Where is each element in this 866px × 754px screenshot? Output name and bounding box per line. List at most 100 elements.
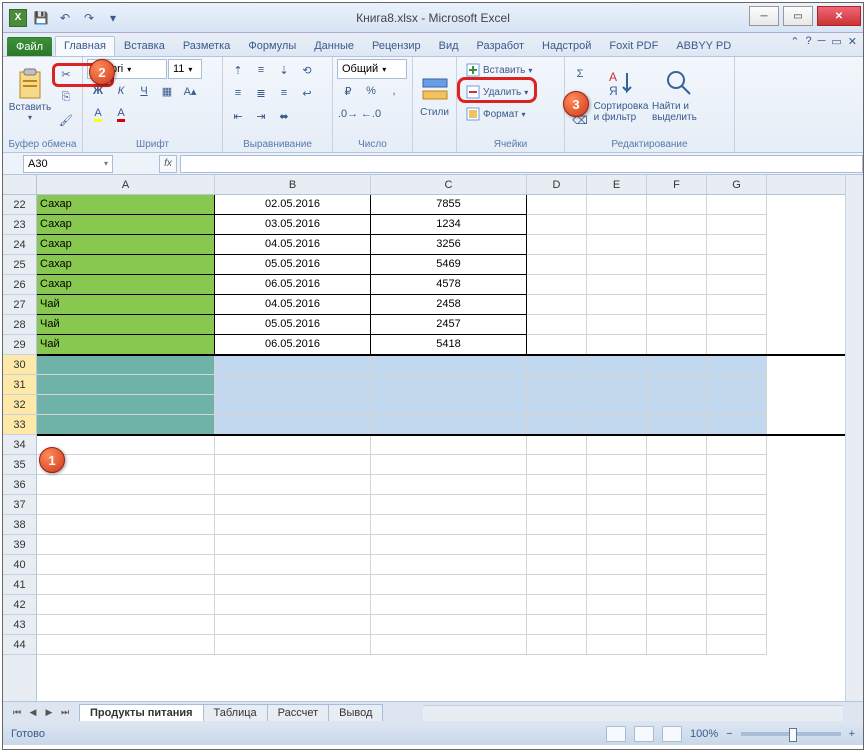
cell[interactable] (587, 475, 647, 495)
cell[interactable] (647, 275, 707, 295)
currency-button[interactable]: ₽ (337, 80, 359, 102)
cell[interactable]: Чай (37, 315, 215, 335)
cell[interactable]: 2458 (371, 295, 527, 315)
cell[interactable] (707, 455, 767, 475)
cell[interactable] (37, 595, 215, 615)
qat-more-button[interactable]: ▾ (103, 8, 123, 28)
view-break-button[interactable] (662, 726, 682, 742)
table-row[interactable] (37, 575, 863, 595)
cell[interactable]: 2457 (371, 315, 527, 335)
cell[interactable] (707, 635, 767, 655)
align-top-button[interactable]: ⇡ (227, 59, 249, 81)
tab-foxit pdf[interactable]: Foxit PDF (600, 36, 667, 56)
cell[interactable] (37, 635, 215, 655)
cell[interactable] (527, 395, 587, 415)
zoom-out-button[interactable]: − (726, 728, 732, 740)
cell[interactable] (647, 535, 707, 555)
cell[interactable] (215, 575, 371, 595)
cell[interactable]: 03.05.2016 (215, 215, 371, 235)
cell[interactable] (647, 475, 707, 495)
row-header[interactable]: 39 (3, 535, 36, 555)
find-select-button[interactable]: Найти и выделить (651, 59, 707, 131)
tab-рецензир[interactable]: Рецензир (363, 36, 430, 56)
cell[interactable]: 02.05.2016 (215, 195, 371, 215)
cell[interactable] (37, 435, 215, 455)
cell[interactable] (647, 455, 707, 475)
undo-button[interactable]: ↶ (55, 8, 75, 28)
row-header[interactable]: 36 (3, 475, 36, 495)
row-header[interactable]: 28 (3, 315, 36, 335)
cell[interactable] (707, 435, 767, 455)
cell[interactable] (215, 475, 371, 495)
table-row[interactable] (37, 435, 863, 455)
cell[interactable] (587, 615, 647, 635)
cell[interactable] (371, 395, 527, 415)
maximize-button[interactable]: ▭ (783, 6, 813, 26)
cell[interactable] (37, 555, 215, 575)
formula-input[interactable] (180, 155, 863, 173)
row-header[interactable]: 27 (3, 295, 36, 315)
cell[interactable] (647, 195, 707, 215)
cell[interactable]: Сахар (37, 195, 215, 215)
cell[interactable] (215, 535, 371, 555)
cell[interactable] (587, 435, 647, 455)
cell[interactable] (587, 335, 647, 355)
cell[interactable] (527, 515, 587, 535)
cell[interactable] (647, 595, 707, 615)
cell[interactable] (707, 375, 767, 395)
cell[interactable] (527, 495, 587, 515)
column-header-E[interactable]: E (587, 175, 647, 194)
cell[interactable] (647, 415, 707, 435)
close-button[interactable]: ✕ (817, 6, 861, 26)
cell[interactable] (587, 255, 647, 275)
cell[interactable] (587, 555, 647, 575)
cell[interactable]: 4578 (371, 275, 527, 295)
row-header[interactable]: 24 (3, 235, 36, 255)
tab-формулы[interactable]: Формулы (239, 36, 305, 56)
cell[interactable] (527, 295, 587, 315)
comma-button[interactable]: , (383, 80, 405, 102)
table-row[interactable]: Сахар05.05.20165469 (37, 255, 863, 275)
row-header[interactable]: 40 (3, 555, 36, 575)
cell[interactable] (707, 335, 767, 355)
row-header[interactable]: 25 (3, 255, 36, 275)
cell[interactable] (215, 355, 371, 375)
cell[interactable]: Сахар (37, 235, 215, 255)
cell[interactable] (707, 495, 767, 515)
cell[interactable] (707, 275, 767, 295)
cell[interactable] (527, 435, 587, 455)
cell[interactable] (707, 575, 767, 595)
cell[interactable] (587, 295, 647, 315)
cell[interactable]: 06.05.2016 (215, 275, 371, 295)
workbook-minimize-icon[interactable]: ─ (818, 35, 826, 48)
sheet-tab[interactable]: Вывод (328, 704, 383, 721)
cell[interactable] (587, 595, 647, 615)
cell[interactable] (587, 355, 647, 375)
cell[interactable] (707, 215, 767, 235)
sheet-nav-first[interactable]: ⏮ (9, 705, 25, 721)
table-row[interactable] (37, 415, 863, 435)
select-all-corner[interactable] (3, 175, 36, 195)
cut-button[interactable]: ✂ (55, 63, 77, 85)
cell[interactable]: 05.05.2016 (215, 315, 371, 335)
zoom-slider[interactable] (741, 732, 841, 736)
sort-filter-button[interactable]: АЯ Сортировка и фильтр (593, 59, 649, 131)
cell[interactable] (37, 575, 215, 595)
row-header[interactable]: 34 (3, 435, 36, 455)
cell[interactable] (527, 575, 587, 595)
tab-данные[interactable]: Данные (305, 36, 363, 56)
cell[interactable] (587, 375, 647, 395)
cell[interactable] (215, 555, 371, 575)
align-right-button[interactable]: ≡ (273, 82, 295, 104)
table-row[interactable] (37, 395, 863, 415)
cells-delete-button[interactable]: Удалить▾ (461, 81, 537, 103)
cell[interactable] (647, 215, 707, 235)
align-center-button[interactable]: ≣ (250, 82, 272, 104)
row-header[interactable]: 42 (3, 595, 36, 615)
name-box[interactable]: A30▾ (23, 155, 113, 173)
tab-разметка[interactable]: Разметка (174, 36, 240, 56)
table-row[interactable] (37, 455, 863, 475)
cell[interactable] (647, 635, 707, 655)
cell[interactable] (37, 355, 215, 375)
cell[interactable] (371, 415, 527, 435)
